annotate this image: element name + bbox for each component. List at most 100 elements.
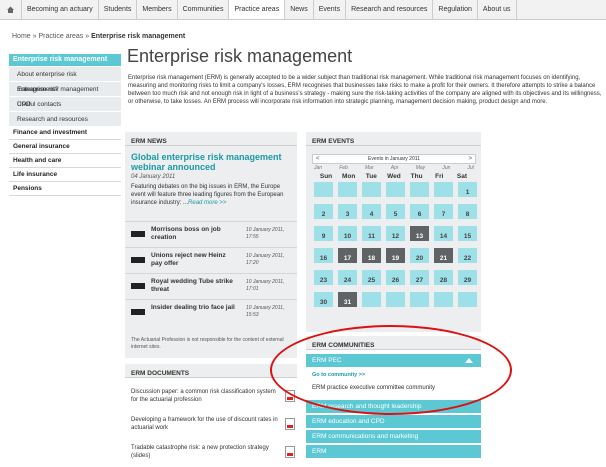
sidebar-item-life-insurance[interactable]: Life insurance xyxy=(9,168,121,182)
month-jun[interactable]: Jun xyxy=(442,165,450,171)
calendar-day[interactable]: 23 xyxy=(314,270,333,285)
pdf-icon[interactable] xyxy=(285,390,295,402)
go-to-community-link[interactable]: Go to community >> xyxy=(312,372,365,378)
news-item[interactable]: Unions reject new Heinz pay offer 10 Jan… xyxy=(125,247,297,273)
calendar-day[interactable]: 8 xyxy=(458,204,477,219)
tab-students[interactable]: Students xyxy=(99,0,138,19)
news-item-date: 10 January 2011, 15:53 xyxy=(246,305,285,318)
calendar-day[interactable]: 17 xyxy=(338,248,357,263)
month-apr[interactable]: Apr xyxy=(391,165,399,171)
month-mar[interactable]: Mar xyxy=(365,165,374,171)
sidebar-section-erm[interactable]: Enterprise risk management xyxy=(9,54,121,66)
calendar-day[interactable]: 5 xyxy=(386,204,405,219)
collapse-arrow-icon[interactable] xyxy=(465,358,473,363)
calendar-day[interactable]: 25 xyxy=(362,270,381,285)
news-item-title[interactable]: Morrisons boss on job creation xyxy=(151,226,237,242)
tab-communities[interactable]: Communities xyxy=(178,0,230,19)
calendar-day[interactable]: 11 xyxy=(362,226,381,241)
breadcrumb-separator: » xyxy=(85,33,90,40)
news-header: ERM NEWS xyxy=(125,132,297,146)
month-feb[interactable]: Feb xyxy=(339,165,348,171)
breadcrumb-practice-areas[interactable]: Practice areas xyxy=(39,33,84,40)
news-disclaimer: The Actuarial Profession is not responsi… xyxy=(131,337,284,350)
tab-regulation[interactable]: Regulation xyxy=(433,0,478,19)
calendar-day[interactable]: 3 xyxy=(338,204,357,219)
calendar-day[interactable]: 7 xyxy=(434,204,453,219)
tab-about-us[interactable]: About us xyxy=(478,0,517,19)
community-erm[interactable]: ERM xyxy=(306,445,481,458)
sidebar-item-health-care[interactable]: Health and care xyxy=(9,154,121,168)
calendar-day[interactable]: 30 xyxy=(314,292,333,307)
community-education-cpd[interactable]: ERM education and CPD xyxy=(306,415,481,428)
sidebar-item-about-erm[interactable]: About enterprise risk management? xyxy=(9,66,121,93)
calendar-day[interactable]: 4 xyxy=(362,204,381,219)
community-title: ERM PEC xyxy=(312,357,342,364)
calendar-day[interactable]: 18 xyxy=(362,248,381,263)
calendar-day[interactable]: 1 xyxy=(458,182,477,197)
sidebar-item-finance-investment[interactable]: Finance and investment xyxy=(9,126,121,140)
tab-becoming-an-actuary[interactable]: Becoming an actuary xyxy=(22,0,99,19)
calendar-day[interactable]: 16 xyxy=(314,248,333,263)
calendar-day[interactable]: 20 xyxy=(410,248,429,263)
calendar-day[interactable]: 2 xyxy=(314,204,333,219)
news-item-title[interactable]: Royal wedding Tube strike threat xyxy=(151,278,237,294)
read-more-link[interactable]: Read more >> xyxy=(188,200,226,206)
sidebar-item-research-resources[interactable]: Research and resources xyxy=(9,111,121,126)
sidebar-item-general-insurance[interactable]: General insurance xyxy=(9,140,121,154)
calendar-day[interactable]: 22 xyxy=(458,248,477,263)
news-item-title[interactable]: Insider dealing trio face jail xyxy=(151,304,237,312)
news-item[interactable]: Insider dealing trio face jail 10 Januar… xyxy=(125,299,297,325)
document-link[interactable]: Discussion paper: a common risk classifi… xyxy=(131,388,281,404)
pdf-icon[interactable] xyxy=(285,418,295,430)
tab-research-and-resources[interactable]: Research and resources xyxy=(346,0,434,19)
calendar-day[interactable]: 13 xyxy=(410,226,429,241)
calendar-prev-button[interactable]: < xyxy=(316,155,320,164)
calendar-day[interactable]: 10 xyxy=(338,226,357,241)
calendar-day[interactable]: 9 xyxy=(314,226,333,241)
news-item[interactable]: Morrisons boss on job creation 10 Januar… xyxy=(125,221,297,247)
weekday-label: Sat xyxy=(456,173,467,180)
calendar-day[interactable]: 24 xyxy=(338,270,357,285)
calendar-day[interactable]: 14 xyxy=(434,226,453,241)
community-description: ERM practice executive committee communi… xyxy=(312,385,436,391)
tab-events[interactable]: Events xyxy=(314,0,347,19)
calendar-next-button[interactable]: > xyxy=(468,155,472,164)
events-calendar: < Events in January 2011 > Jan Feb Mar A… xyxy=(312,154,477,307)
calendar-day[interactable]: 12 xyxy=(386,226,405,241)
calendar-day[interactable]: 21 xyxy=(434,248,453,263)
document-link[interactable]: Tradable catastrophe risk: a new protect… xyxy=(131,444,281,460)
news-feature-title[interactable]: Global enterprise risk management webina… xyxy=(131,152,291,172)
home-icon[interactable] xyxy=(0,0,22,19)
calendar-day[interactable]: 15 xyxy=(458,226,477,241)
tab-practice-areas[interactable]: Practice areas xyxy=(229,0,286,19)
community-erm-pec[interactable]: ERM PEC xyxy=(306,354,481,367)
breadcrumb-home[interactable]: Home xyxy=(12,33,31,40)
news-feature-text: Featuring debates on the big issues in E… xyxy=(131,183,291,207)
news-item[interactable]: Royal wedding Tube strike threat 10 Janu… xyxy=(125,273,297,299)
calendar-empty-cell xyxy=(314,182,333,197)
news-item-date: 10 January 2011, 17:20 xyxy=(246,253,285,266)
calendar-day[interactable]: 19 xyxy=(386,248,405,263)
calendar-empty-cell xyxy=(386,292,405,307)
breadcrumb: Home » Practice areas » Enterprise risk … xyxy=(12,33,185,40)
calendar-day[interactable]: 26 xyxy=(386,270,405,285)
community-communications-marketing[interactable]: ERM communications and marketing xyxy=(306,430,481,443)
calendar-day[interactable]: 6 xyxy=(410,204,429,219)
calendar-day[interactable]: 28 xyxy=(434,270,453,285)
calendar-day[interactable]: 31 xyxy=(338,292,357,307)
month-jul[interactable]: Jul xyxy=(468,165,474,171)
news-item-date: 10 January 2011, 17:01 xyxy=(246,279,285,292)
sidebar-item-pensions[interactable]: Pensions xyxy=(9,182,121,196)
month-may[interactable]: May xyxy=(416,165,425,171)
document-link[interactable]: Developing a framework for the use of di… xyxy=(131,416,281,432)
sidebar-item-useful-contacts[interactable]: Useful contacts xyxy=(9,96,121,111)
news-item-title[interactable]: Unions reject new Heinz pay offer xyxy=(151,252,237,268)
calendar-day[interactable]: 29 xyxy=(458,270,477,285)
tab-news[interactable]: News xyxy=(285,0,314,19)
pdf-icon[interactable] xyxy=(285,446,295,458)
community-research-thought-leadership[interactable]: ERM research and thought leadership xyxy=(306,400,481,413)
sidebar-item-erm-cpd[interactable]: Enterprise risk management CPD xyxy=(9,81,121,108)
calendar-day[interactable]: 27 xyxy=(410,270,429,285)
tab-members[interactable]: Members xyxy=(137,0,178,19)
month-jan[interactable]: Jan xyxy=(314,165,322,171)
